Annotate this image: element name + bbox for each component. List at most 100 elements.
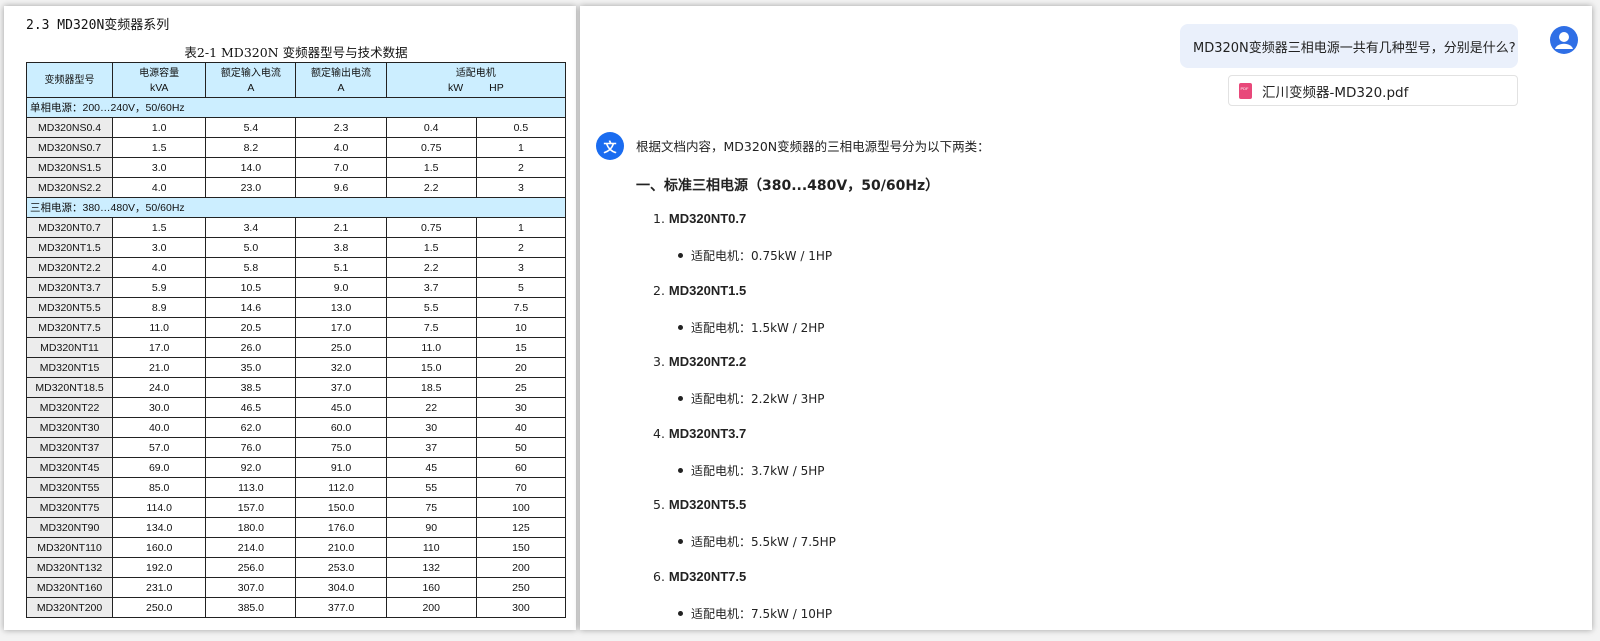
model-cell: MD320NT75 bbox=[25, 497, 114, 518]
table-cell: 2.2 bbox=[385, 257, 477, 278]
table-cell: 10 bbox=[475, 317, 567, 338]
model-list-item: 3. MD320NT2.2 适配电机：2.2kW / 3HP bbox=[653, 354, 824, 426]
table-cell: 91.0 bbox=[295, 457, 387, 478]
answer-intro: 根据文档内容，MD320N变频器的三相电源型号分为以下两类： bbox=[636, 139, 990, 154]
model-entry: 3. MD320NT2.2 bbox=[653, 354, 746, 369]
model-entry: 1. MD320NT0.7 bbox=[653, 211, 746, 226]
table-row: MD320NT5.5 8.9 14.6 13.0 5.5 7.5 bbox=[25, 297, 567, 318]
model-entry: 6. MD320NT7.5 bbox=[653, 569, 746, 584]
model-index: 1. bbox=[653, 211, 665, 226]
table-cell: 1 bbox=[475, 217, 567, 238]
table-cell: 231.0 bbox=[112, 577, 207, 598]
table-cell: 7.5 bbox=[475, 297, 567, 318]
table-cell: 45 bbox=[385, 457, 477, 478]
table-cell: 214.0 bbox=[205, 537, 297, 558]
model-cell: MD320NT5.5 bbox=[25, 297, 114, 318]
table-cell: 3.0 bbox=[112, 237, 207, 258]
attachment-card[interactable]: PDF 汇川变频器-MD320.pdf bbox=[1228, 75, 1518, 106]
table-cell: 8.2 bbox=[205, 137, 297, 158]
table-cell: 30.0 bbox=[112, 397, 207, 418]
table-row: MD320NT200 250.0 385.0 377.0 200 300 bbox=[25, 597, 567, 618]
model-cell: MD320NT18.5 bbox=[25, 377, 114, 398]
table-cell: 40.0 bbox=[112, 417, 207, 438]
table-cell: 3.8 bbox=[295, 237, 387, 258]
group-label: 三相电源：380…480V，50/60Hz bbox=[26, 197, 566, 218]
model-entry: 4. MD320NT3.7 bbox=[653, 426, 746, 441]
table-cell: 113.0 bbox=[205, 477, 297, 498]
user-message-text: MD320N变频器三相电源一共有几种型号，分别是什么? bbox=[1193, 40, 1516, 56]
motor-bullet: 适配电机：2.2kW / 3HP bbox=[678, 390, 824, 407]
table-row: MD320NT132 192.0 256.0 253.0 132 200 bbox=[25, 557, 567, 578]
model-name: MD320NT5.5 bbox=[668, 497, 747, 513]
table-cell: 176.0 bbox=[295, 517, 387, 538]
table-cell: 150 bbox=[475, 537, 567, 558]
table-cell: 114.0 bbox=[112, 497, 207, 518]
model-cell: MD320NT1.5 bbox=[25, 237, 114, 258]
table-cell: 60 bbox=[475, 457, 567, 478]
motor-bullet: 适配电机：3.7kW / 5HP bbox=[678, 462, 824, 479]
table-cell: 3 bbox=[475, 177, 567, 198]
table-cell: 3.7 bbox=[385, 277, 477, 298]
table-cell: 132 bbox=[385, 557, 477, 578]
model-index: 4. bbox=[653, 425, 665, 441]
table-row: MD320NS0.7 1.5 8.2 4.0 0.75 1 bbox=[25, 137, 567, 158]
model-list-item: 1. MD320NT0.7 适配电机：0.75kW / 1HP bbox=[653, 211, 832, 283]
table-cell: 1 bbox=[475, 137, 567, 158]
table-row: MD320NT0.7 1.5 3.4 2.1 0.75 1 bbox=[25, 217, 567, 238]
table-cell: 200 bbox=[475, 557, 567, 578]
table-cell: 250.0 bbox=[112, 597, 207, 618]
table-cell: 250 bbox=[475, 577, 567, 598]
table-row: MD320NT160 231.0 307.0 304.0 160 250 bbox=[25, 577, 567, 598]
bot-avatar: 文 bbox=[596, 132, 624, 160]
table-cell: 17.0 bbox=[295, 317, 387, 338]
table-cell: 14.0 bbox=[205, 157, 297, 178]
table-cell: 75 bbox=[385, 497, 477, 518]
table-cell: 1.5 bbox=[385, 237, 477, 258]
motor-text: 适配电机：5.5kW / 7.5HP bbox=[691, 535, 836, 550]
table-cell: 11.0 bbox=[112, 317, 207, 338]
table-cell: 20 bbox=[475, 357, 567, 378]
model-name: MD320NT0.7 bbox=[668, 211, 747, 226]
model-name: MD320NT1.5 bbox=[668, 282, 747, 298]
table-cell: 90 bbox=[385, 517, 477, 538]
bullet-icon bbox=[678, 539, 683, 545]
model-cell: MD320NS2.2 bbox=[25, 177, 114, 198]
model-name: MD320NT3.7 bbox=[668, 425, 747, 441]
table-row: MD320NS0.4 1.0 5.4 2.3 0.4 0.5 bbox=[25, 117, 567, 138]
table-cell: 112.0 bbox=[295, 477, 387, 498]
table-cell: 20.5 bbox=[205, 317, 297, 338]
model-cell: MD320NT37 bbox=[25, 437, 114, 458]
table-row: MD320NT75 114.0 157.0 150.0 75 100 bbox=[25, 497, 567, 518]
table-cell: 75.0 bbox=[295, 437, 387, 458]
table-cell: 1.5 bbox=[385, 157, 477, 178]
table-row: MD320NT2.2 4.0 5.8 5.1 2.2 3 bbox=[25, 257, 567, 278]
table-row: MD320NT22 30.0 46.5 45.0 22 30 bbox=[25, 397, 567, 418]
model-index: 6. bbox=[653, 568, 665, 584]
table-cell: 5.8 bbox=[205, 257, 297, 278]
table-cell: 200 bbox=[385, 597, 477, 618]
model-cell: MD320NT160 bbox=[25, 577, 114, 598]
motor-text: 适配电机：1.5kW / 2HP bbox=[691, 320, 825, 335]
table-cell: 2 bbox=[475, 237, 567, 258]
table-cell: 92.0 bbox=[205, 457, 297, 478]
user-avatar[interactable] bbox=[1550, 26, 1578, 54]
table-cell: 9.0 bbox=[295, 277, 387, 298]
table-cell: 1.5 bbox=[112, 137, 207, 158]
table-cell: 38.5 bbox=[205, 377, 297, 398]
table-cell: 4.0 bbox=[112, 177, 207, 198]
table-cell: 253.0 bbox=[295, 557, 387, 578]
pdf-icon: PDF bbox=[1239, 82, 1252, 99]
model-entry: 5. MD320NT5.5 bbox=[653, 497, 746, 512]
table-cell: 14.6 bbox=[205, 297, 297, 318]
table-cell: 4.0 bbox=[112, 257, 207, 278]
document-viewer: 2.3 MD320N变频器系列 表2-1 MD320N 变频器型号与技术数据 变… bbox=[4, 6, 576, 630]
table-row: MD320NT45 69.0 92.0 91.0 45 60 bbox=[25, 457, 567, 478]
bullet-icon bbox=[678, 253, 683, 258]
table-cell: 5 bbox=[475, 277, 567, 298]
table-cell: 160.0 bbox=[112, 537, 207, 558]
table-cell: 24.0 bbox=[112, 377, 207, 398]
table-cell: 125 bbox=[475, 517, 567, 538]
table-row: MD320NT7.5 11.0 20.5 17.0 7.5 10 bbox=[25, 317, 567, 338]
table-cell: 2.2 bbox=[385, 177, 477, 198]
table-cell: 2.3 bbox=[295, 117, 387, 138]
